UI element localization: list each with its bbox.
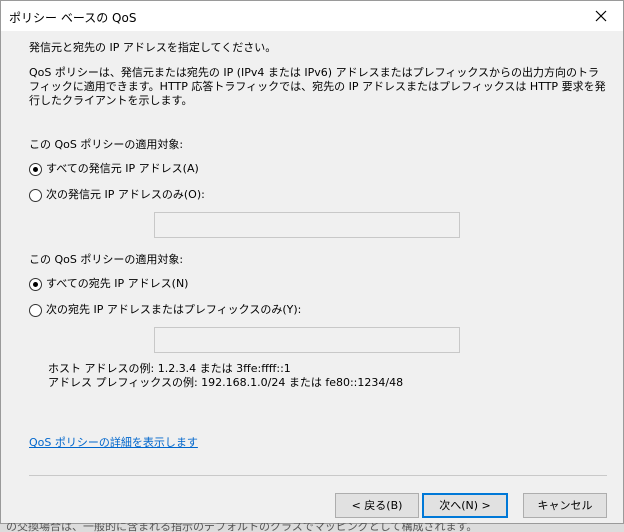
intro-text: 発信元と宛先の IP アドレスを指定してください。 <box>29 41 277 54</box>
cancel-button[interactable]: キャンセル <box>523 493 607 518</box>
radio-button[interactable] <box>29 189 42 202</box>
close-button[interactable] <box>579 1 623 31</box>
background-text: の交換場合は、一般的に含まれる指示のデフォルトのクラスでマッピングとして構成され… <box>6 523 478 532</box>
radio-button-checked[interactable] <box>29 278 42 291</box>
next-button[interactable]: 次へ(N) > <box>422 493 508 518</box>
close-icon <box>595 10 607 22</box>
divider <box>29 475 607 476</box>
back-button[interactable]: < 戻る(B) <box>335 493 419 518</box>
destination-heading: この QoS ポリシーの適用対象: <box>29 253 184 266</box>
radio-button-checked[interactable] <box>29 163 42 176</box>
radio-label: すべての発信元 IP アドレス(A) <box>46 162 199 175</box>
destination-ip-input[interactable] <box>154 327 460 353</box>
source-ip-input[interactable] <box>154 212 460 238</box>
qos-wizard-dialog: ポリシー ベースの QoS 発信元と宛先の IP アドレスを指定してください。 … <box>0 0 624 524</box>
window-title: ポリシー ベースの QoS <box>9 11 137 25</box>
radio-label: 次の発信元 IP アドレスのみ(O): <box>46 188 205 201</box>
radio-button[interactable] <box>29 304 42 317</box>
description-text: QoS ポリシーは、発信元または宛先の IP (IPv4 または IPv6) ア… <box>29 66 606 107</box>
background-window-text: の交換場合は、一般的に含まれる指示のデフォルトのクラスでマッピングとして構成され… <box>0 523 624 532</box>
radio-label: すべての宛先 IP アドレス(N) <box>46 277 189 290</box>
title-bar: ポリシー ベースの QoS <box>1 1 623 31</box>
radio-label: 次の宛先 IP アドレスまたはプレフィックスのみ(Y): <box>46 303 302 316</box>
source-heading: この QoS ポリシーの適用対象: <box>29 138 184 151</box>
host-example-text: ホスト アドレスの例: 1.2.3.4 または 3ffe:ffff::1 <box>48 362 291 375</box>
qos-details-link[interactable]: QoS ポリシーの詳細を表示します <box>29 434 198 450</box>
prefix-example-text: アドレス プレフィックスの例: 192.168.1.0/24 または fe80:… <box>48 376 404 389</box>
